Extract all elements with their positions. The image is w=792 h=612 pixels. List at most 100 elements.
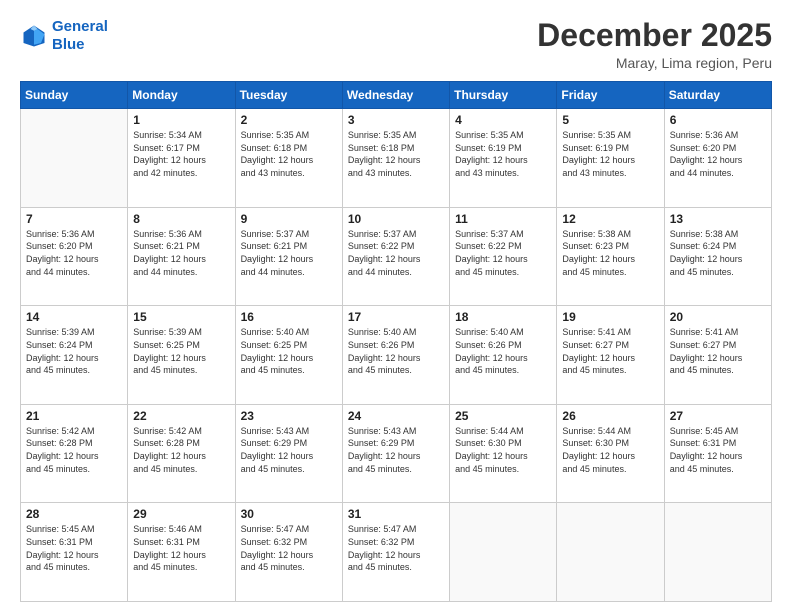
calendar-cell: 25 Sunrise: 5:44 AM Sunset: 6:30 PM Dayli… [450,404,557,503]
day-info: Sunrise: 5:40 AM Sunset: 6:26 PM Dayligh… [348,326,444,376]
day-number: 2 [241,113,337,127]
day-info: Sunrise: 5:39 AM Sunset: 6:24 PM Dayligh… [26,326,122,376]
day-info: Sunrise: 5:40 AM Sunset: 6:25 PM Dayligh… [241,326,337,376]
title-block: December 2025 Maray, Lima region, Peru [537,18,772,71]
calendar-cell: 18 Sunrise: 5:40 AM Sunset: 6:26 PM Dayli… [450,306,557,405]
weekday-header-cell: Monday [128,82,235,109]
calendar-cell: 17 Sunrise: 5:40 AM Sunset: 6:26 PM Dayli… [342,306,449,405]
calendar-cell [21,109,128,208]
day-info: Sunrise: 5:34 AM Sunset: 6:17 PM Dayligh… [133,129,229,179]
day-info: Sunrise: 5:37 AM Sunset: 6:22 PM Dayligh… [455,228,551,278]
calendar-cell: 4 Sunrise: 5:35 AM Sunset: 6:19 PM Daylig… [450,109,557,208]
day-info: Sunrise: 5:39 AM Sunset: 6:25 PM Dayligh… [133,326,229,376]
day-info: Sunrise: 5:42 AM Sunset: 6:28 PM Dayligh… [133,425,229,475]
weekday-header-cell: Tuesday [235,82,342,109]
calendar-week-row: 7Sunrise: 5:36 AM Sunset: 6:20 PM Daylig… [21,207,772,306]
day-number: 28 [26,507,122,521]
day-info: Sunrise: 5:38 AM Sunset: 6:24 PM Dayligh… [670,228,766,278]
day-info: Sunrise: 5:36 AM Sunset: 6:21 PM Dayligh… [133,228,229,278]
day-info: Sunrise: 5:35 AM Sunset: 6:19 PM Dayligh… [562,129,658,179]
calendar-cell: 29Sunrise: 5:46 AM Sunset: 6:31 PM Dayli… [128,503,235,602]
calendar-week-row: 21Sunrise: 5:42 AM Sunset: 6:28 PM Dayli… [21,404,772,503]
calendar-body: 1 Sunrise: 5:34 AM Sunset: 6:17 PM Daylig… [21,109,772,602]
calendar-cell: 11 Sunrise: 5:37 AM Sunset: 6:22 PM Dayli… [450,207,557,306]
day-info: Sunrise: 5:47 AM Sunset: 6:32 PM Dayligh… [241,523,337,573]
day-number: 25 [455,409,551,423]
day-number: 6 [670,113,766,127]
day-info: Sunrise: 5:36 AM Sunset: 6:20 PM Dayligh… [670,129,766,179]
calendar-cell: 16 Sunrise: 5:40 AM Sunset: 6:25 PM Dayli… [235,306,342,405]
calendar-cell: 8Sunrise: 5:36 AM Sunset: 6:21 PM Daylig… [128,207,235,306]
calendar-title: December 2025 [537,18,772,53]
calendar-cell: 26Sunrise: 5:44 AM Sunset: 6:30 PM Dayli… [557,404,664,503]
day-info: Sunrise: 5:40 AM Sunset: 6:26 PM Dayligh… [455,326,551,376]
day-info: Sunrise: 5:35 AM Sunset: 6:19 PM Dayligh… [455,129,551,179]
day-info: Sunrise: 5:37 AM Sunset: 6:21 PM Dayligh… [241,228,337,278]
day-info: Sunrise: 5:41 AM Sunset: 6:27 PM Dayligh… [562,326,658,376]
calendar-cell: 28 Sunrise: 5:45 AM Sunset: 6:31 PM Dayli… [21,503,128,602]
day-info: Sunrise: 5:37 AM Sunset: 6:22 PM Dayligh… [348,228,444,278]
day-info: Sunrise: 5:41 AM Sunset: 6:27 PM Dayligh… [670,326,766,376]
calendar-cell: 14Sunrise: 5:39 AM Sunset: 6:24 PM Dayli… [21,306,128,405]
weekday-header-row: SundayMondayTuesdayWednesdayThursdayFrid… [21,82,772,109]
calendar-cell: 7Sunrise: 5:36 AM Sunset: 6:20 PM Daylig… [21,207,128,306]
calendar-cell [664,503,771,602]
weekday-header-cell: Thursday [450,82,557,109]
calendar-week-row: 28 Sunrise: 5:45 AM Sunset: 6:31 PM Dayli… [21,503,772,602]
calendar-cell: 21Sunrise: 5:42 AM Sunset: 6:28 PM Dayli… [21,404,128,503]
day-info: Sunrise: 5:45 AM Sunset: 6:31 PM Dayligh… [26,523,122,573]
day-number: 1 [133,113,229,127]
calendar-cell: 2 Sunrise: 5:35 AM Sunset: 6:18 PM Daylig… [235,109,342,208]
calendar-cell: 5 Sunrise: 5:35 AM Sunset: 6:19 PM Daylig… [557,109,664,208]
day-number: 7 [26,212,122,226]
day-number: 13 [670,212,766,226]
weekday-header-cell: Wednesday [342,82,449,109]
calendar-cell: 24 Sunrise: 5:43 AM Sunset: 6:29 PM Dayli… [342,404,449,503]
day-number: 9 [241,212,337,226]
day-number: 5 [562,113,658,127]
day-number: 30 [241,507,337,521]
day-info: Sunrise: 5:44 AM Sunset: 6:30 PM Dayligh… [455,425,551,475]
day-info: Sunrise: 5:43 AM Sunset: 6:29 PM Dayligh… [241,425,337,475]
day-number: 3 [348,113,444,127]
day-number: 12 [562,212,658,226]
day-number: 15 [133,310,229,324]
calendar-cell: 23Sunrise: 5:43 AM Sunset: 6:29 PM Dayli… [235,404,342,503]
day-number: 17 [348,310,444,324]
calendar-cell [450,503,557,602]
day-info: Sunrise: 5:43 AM Sunset: 6:29 PM Dayligh… [348,425,444,475]
calendar-cell: 20Sunrise: 5:41 AM Sunset: 6:27 PM Dayli… [664,306,771,405]
day-number: 10 [348,212,444,226]
calendar-cell: 3Sunrise: 5:35 AM Sunset: 6:18 PM Daylig… [342,109,449,208]
logo: General Blue [20,18,108,54]
calendar-cell [557,503,664,602]
calendar-cell: 6 Sunrise: 5:36 AM Sunset: 6:20 PM Daylig… [664,109,771,208]
calendar-cell: 1 Sunrise: 5:34 AM Sunset: 6:17 PM Daylig… [128,109,235,208]
calendar-cell: 22Sunrise: 5:42 AM Sunset: 6:28 PM Dayli… [128,404,235,503]
header: General Blue December 2025 Maray, Lima r… [20,18,772,71]
day-number: 29 [133,507,229,521]
calendar-cell: 31Sunrise: 5:47 AM Sunset: 6:32 PM Dayli… [342,503,449,602]
day-number: 19 [562,310,658,324]
calendar-cell: 30 Sunrise: 5:47 AM Sunset: 6:32 PM Dayli… [235,503,342,602]
day-number: 18 [455,310,551,324]
page: General Blue December 2025 Maray, Lima r… [0,0,792,612]
weekday-header-cell: Friday [557,82,664,109]
day-number: 24 [348,409,444,423]
day-number: 16 [241,310,337,324]
day-number: 27 [670,409,766,423]
calendar-cell: 9 Sunrise: 5:37 AM Sunset: 6:21 PM Daylig… [235,207,342,306]
calendar-week-row: 1 Sunrise: 5:34 AM Sunset: 6:17 PM Daylig… [21,109,772,208]
calendar-week-row: 14Sunrise: 5:39 AM Sunset: 6:24 PM Dayli… [21,306,772,405]
logo-text: General Blue [52,18,108,54]
day-info: Sunrise: 5:35 AM Sunset: 6:18 PM Dayligh… [241,129,337,179]
day-info: Sunrise: 5:42 AM Sunset: 6:28 PM Dayligh… [26,425,122,475]
calendar-cell: 27Sunrise: 5:45 AM Sunset: 6:31 PM Dayli… [664,404,771,503]
day-number: 4 [455,113,551,127]
day-number: 26 [562,409,658,423]
weekday-header-cell: Saturday [664,82,771,109]
calendar-subtitle: Maray, Lima region, Peru [537,55,772,71]
day-number: 11 [455,212,551,226]
day-info: Sunrise: 5:38 AM Sunset: 6:23 PM Dayligh… [562,228,658,278]
calendar-cell: 10 Sunrise: 5:37 AM Sunset: 6:22 PM Dayli… [342,207,449,306]
